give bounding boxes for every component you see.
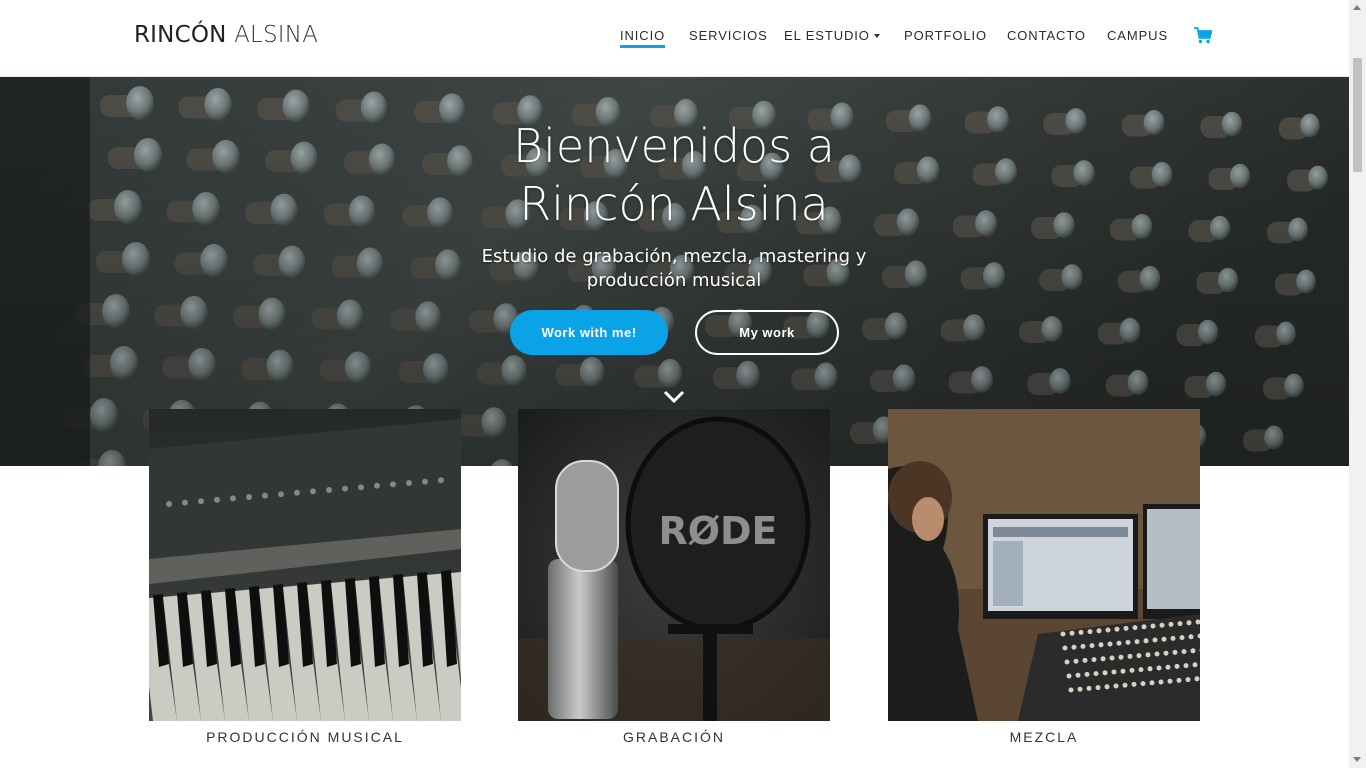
rode-microphone-photo: RØDE [518, 409, 830, 721]
page-scrollbar[interactable] [1349, 0, 1366, 768]
scroll-up-arrow-icon[interactable] [1353, 5, 1361, 10]
hero-title: Bienvenidos a Rincón Alsina [513, 119, 835, 231]
hero-section: Bienvenidos a Rincón Alsina Estudio de g… [0, 77, 1349, 466]
nav-item-inicio[interactable]: INICIO [620, 28, 665, 43]
main-nav: INICIO SERVICIOS EL ESTUDIO PORTFOLIO CO… [0, 0, 1349, 76]
nav-item-el-estudio[interactable]: EL ESTUDIO [784, 28, 880, 43]
mixing-engineer-photo [888, 409, 1200, 721]
my-work-button[interactable]: My work [695, 310, 839, 355]
service-description [888, 759, 1200, 767]
scroll-down-arrow-icon[interactable] [1353, 757, 1361, 762]
synthesizer-keyboard-photo [149, 409, 461, 721]
top-navbar: RINCÓN ALSINA INICIO SERVICIOS EL ESTUDI… [0, 0, 1349, 77]
service-title: MEZCLA [1009, 729, 1079, 745]
service-card-produccion[interactable]: PRODUCCIÓN MUSICAL [149, 409, 461, 767]
nav-item-campus[interactable]: CAMPUS [1107, 28, 1168, 43]
nav-item-servicios[interactable]: SERVICIOS [689, 28, 768, 43]
service-card-grabacion[interactable]: RØDE GRABACIÓN [518, 409, 830, 767]
scrollbar-thumb[interactable] [1353, 58, 1362, 172]
active-nav-indicator [620, 45, 665, 48]
nav-item-contacto[interactable]: CONTACTO [1007, 28, 1086, 43]
caret-down-icon [873, 34, 880, 38]
service-title: PRODUCCIÓN MUSICAL [206, 729, 404, 745]
rode-brand-mark: RØDE [658, 509, 777, 553]
shopping-cart-icon[interactable] [1194, 27, 1212, 44]
service-card-mezcla[interactable]: MEZCLA [888, 409, 1200, 767]
chevron-down-icon[interactable] [663, 390, 685, 404]
service-title: GRABACIÓN [622, 729, 725, 745]
hero-subtitle: Estudio de grabación, mezcla, mastering … [481, 246, 867, 291]
work-with-me-button[interactable]: Work with me! [510, 310, 668, 355]
nav-item-el-estudio-label: EL ESTUDIO [784, 28, 870, 43]
service-description [518, 759, 830, 767]
nav-item-portfolio[interactable]: PORTFOLIO [904, 28, 987, 43]
service-description [149, 759, 461, 767]
